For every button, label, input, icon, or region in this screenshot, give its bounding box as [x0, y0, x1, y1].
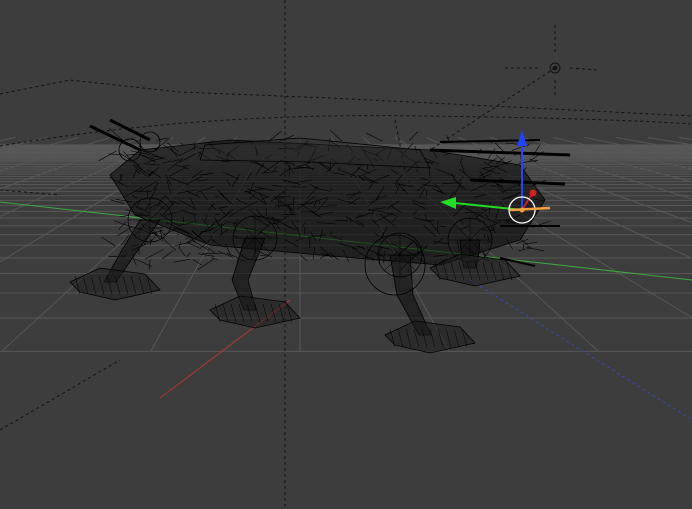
- z-axis-arrowhead[interactable]: [517, 130, 527, 146]
- viewport-canvas[interactable]: [0, 0, 692, 509]
- sun-lamp-icon[interactable]: [505, 25, 599, 98]
- 3d-cursor-icon[interactable]: [519, 207, 525, 213]
- 3d-viewport[interactable]: [0, 0, 692, 509]
- x-axis-handle[interactable]: [529, 189, 537, 197]
